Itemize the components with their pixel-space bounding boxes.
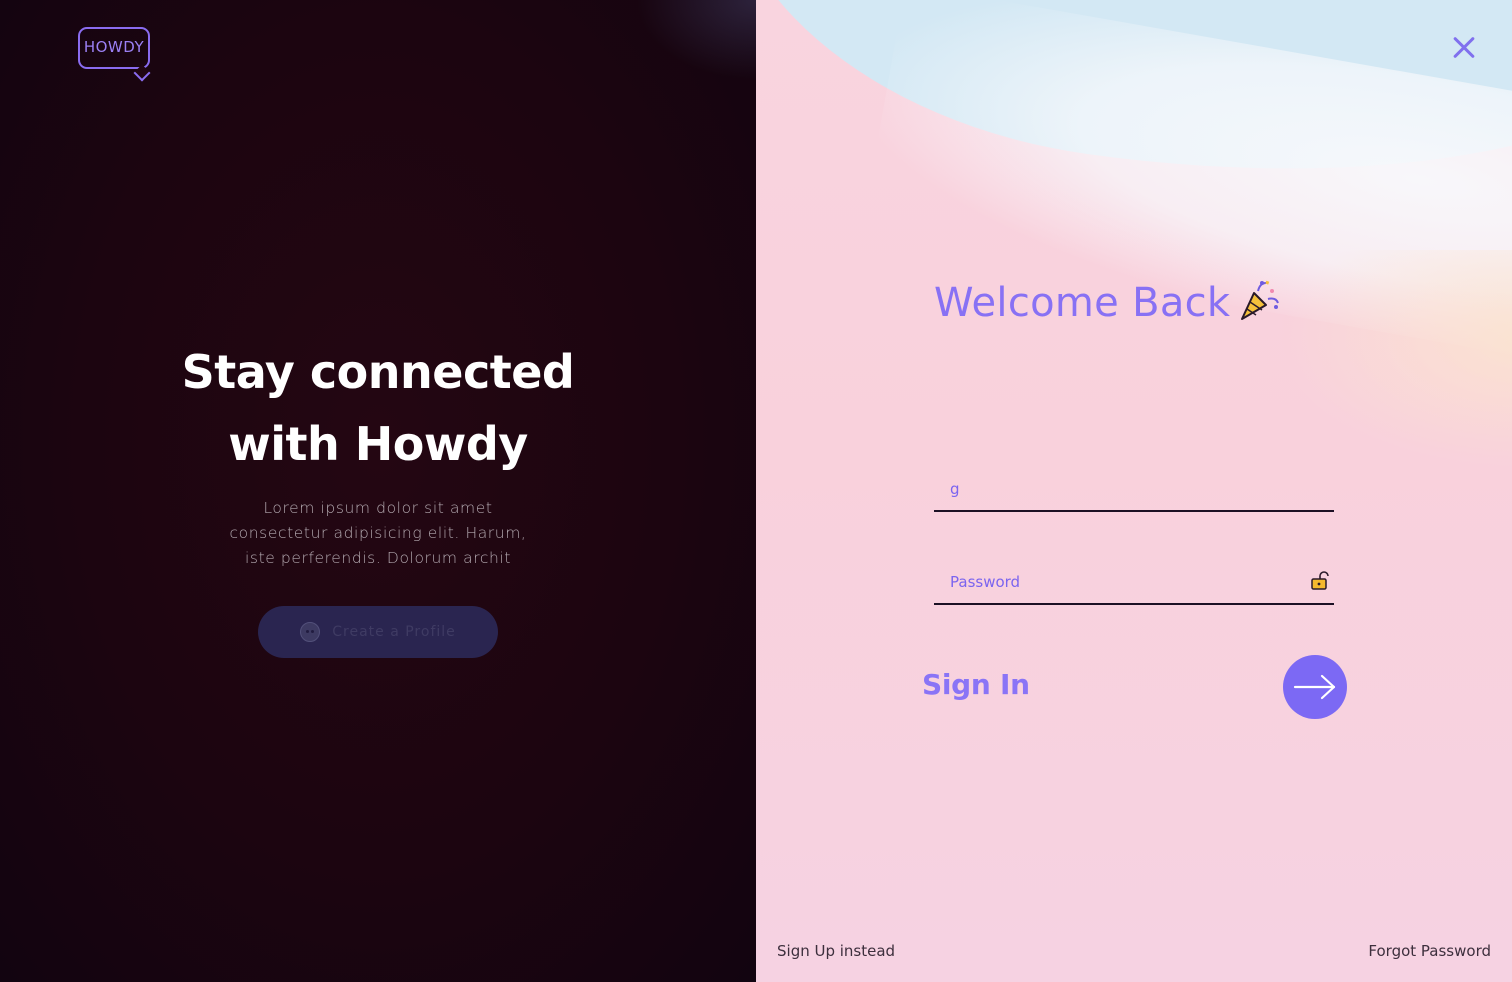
password-field [934, 563, 1334, 605]
sign-in-label: Sign In [922, 668, 1030, 701]
grain-texture [636, 0, 756, 80]
hero-description-line-3: iste perferendis. Dolorum archit [244, 549, 512, 567]
sign-up-link[interactable]: Sign Up instead [777, 942, 895, 960]
howdy-logo[interactable]: HOWDY [78, 27, 154, 82]
background-wave-yellow [1276, 250, 1512, 470]
lock-icon[interactable] [1310, 571, 1330, 591]
sign-in-button[interactable] [1283, 655, 1347, 719]
username-field [934, 470, 1334, 512]
face-icon [300, 622, 321, 642]
forgot-password-link[interactable]: Forgot Password [1368, 942, 1491, 960]
create-profile-label: Create a Profile [332, 624, 456, 640]
hero-title-line-2: with Howdy [228, 417, 528, 471]
welcome-text: Welcome Back [934, 280, 1231, 326]
password-input[interactable] [934, 563, 1310, 601]
left-panel: HOWDY Stay connected with Howdy Lorem ip… [0, 0, 756, 982]
create-profile-button[interactable]: Create a Profile [258, 606, 498, 658]
username-input[interactable] [934, 470, 1310, 508]
hero-description-line-1: Lorem ipsum dolor sit amet [263, 499, 493, 517]
close-icon[interactable] [1448, 33, 1478, 63]
welcome-heading: Welcome Back [934, 280, 1282, 326]
right-panel: Welcome Back Sign [756, 0, 1512, 982]
login-page: HOWDY Stay connected with Howdy Lorem ip… [0, 0, 1512, 982]
party-popper-icon [1241, 280, 1280, 320]
hero-title-line-1: Stay connected [181, 345, 575, 399]
hero-description: Lorem ipsum dolor sit amet consectetur a… [200, 496, 556, 571]
logo-text: HOWDY [83, 38, 145, 56]
hero-description-line-2: consectetur adipisicing elit. Harum, [229, 524, 527, 542]
arrow-right-icon [1293, 674, 1336, 700]
hero-title: Stay connected with Howdy [78, 336, 678, 480]
